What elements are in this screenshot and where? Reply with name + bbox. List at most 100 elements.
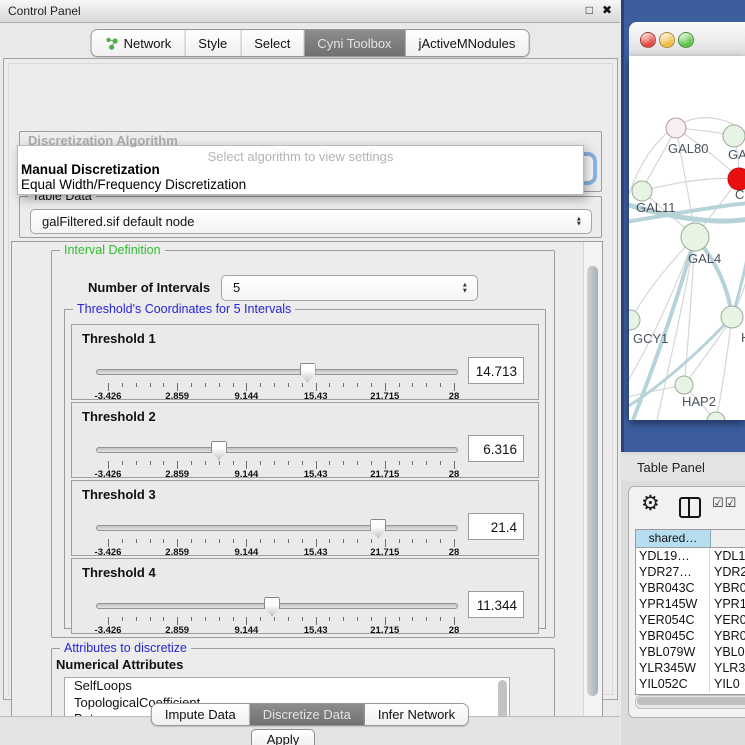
threshold-value-field[interactable]: 6.316 — [468, 435, 524, 462]
network-node-gal11[interactable] — [632, 181, 652, 201]
tick-label: 2.859 — [165, 469, 189, 480]
slider-track[interactable] — [96, 525, 458, 531]
network-graph: GAL80GACGAL11GAL4GCY1HHAP2 — [629, 56, 745, 420]
threshold-value-field[interactable]: 14.713 — [468, 357, 524, 384]
tab-cyni-toolbox[interactable]: Cyni Toolbox — [304, 30, 405, 56]
network-node-ga[interactable] — [723, 125, 745, 147]
threshold-slider-1[interactable]: -3.4262.8599.14415.4321.71528 — [96, 361, 456, 397]
algorithm-option-manual[interactable]: Manual Discretization — [21, 162, 160, 177]
close-window-icon[interactable]: ✖ — [602, 3, 612, 17]
float-window-icon[interactable]: □ — [586, 3, 593, 17]
table-row[interactable]: YLR345WYLR3 — [636, 660, 745, 676]
tab-select[interactable]: Select — [241, 30, 304, 56]
slider-thumb[interactable] — [264, 597, 280, 616]
cell-name: YBR0 — [710, 580, 745, 596]
network-canvas[interactable]: GAL80GACGAL11GAL4GCY1HHAP2 — [629, 56, 745, 420]
tick-label: -3.426 — [95, 625, 122, 636]
network-node-gcy1[interactable] — [629, 310, 640, 330]
cell-name: YIL0 — [710, 676, 745, 692]
threshold-slider-4[interactable]: -3.4262.8599.14415.4321.71528 — [96, 595, 456, 631]
slider-track[interactable] — [96, 447, 458, 453]
slider-thumb[interactable] — [370, 519, 386, 538]
number-of-intervals-spinner[interactable]: 5 ▲▼ — [221, 275, 478, 301]
slider-ticks — [108, 461, 454, 469]
column-header-name[interactable]: n — [711, 530, 745, 547]
table-data-combobox[interactable]: galFiltered.sif default node ▲▼ — [30, 209, 592, 234]
tick-label: 2.859 — [165, 625, 189, 636]
minimize-button[interactable] — [659, 32, 675, 48]
column-layout-icon[interactable] — [679, 497, 701, 518]
tick-label: 28 — [449, 547, 460, 558]
algorithm-group-title: Discretization Algorithm — [28, 133, 178, 148]
table-row[interactable]: YBL079WYBL0 — [636, 644, 745, 660]
cell-name: YDR2 — [710, 564, 745, 580]
tab-network[interactable]: Network — [92, 30, 186, 56]
slider-tick-labels: -3.4262.8599.14415.4321.71528 — [108, 391, 454, 401]
tick-label: 28 — [449, 469, 460, 480]
slider-ticks — [108, 617, 454, 625]
tick-label: 15.43 — [304, 469, 328, 480]
threshold-label: Threshold 4 — [82, 565, 156, 580]
network-edge — [630, 237, 695, 320]
gear-icon[interactable]: ⚙ — [641, 491, 660, 516]
cell-shared-name: YLR345W — [636, 660, 710, 676]
checkbox-icons[interactable]: ☑☑ — [712, 495, 737, 511]
tick-label: 21.715 — [370, 391, 399, 402]
algorithm-option-equal-width[interactable]: Equal Width/Frequency Discretization — [21, 177, 246, 192]
tab-impute-data[interactable]: Impute Data — [152, 704, 250, 725]
table-data-selected: galFiltered.sif default node — [42, 210, 194, 233]
table-row[interactable]: YIL052CYIL0 — [636, 676, 745, 692]
cell-shared-name: YPR145W — [636, 596, 710, 612]
table-panel-box: ⚙ ☑☑ shared… n YDL19…YDL1YDR27…YDR2YBR04… — [628, 486, 745, 718]
table-row[interactable]: YPR145WYPR1 — [636, 596, 745, 612]
attribute-item-selfloops[interactable]: SelfLoops — [65, 678, 509, 695]
cell-shared-name: YIL052C — [636, 676, 710, 692]
interval-group-title: Interval Definition — [60, 243, 165, 257]
table-row[interactable]: YDL19…YDL1 — [636, 548, 745, 564]
tab-infer-network[interactable]: Infer Network — [365, 704, 468, 725]
network-node-gal80[interactable] — [666, 118, 686, 138]
tab-label: Discretize Data — [263, 707, 351, 722]
slider-tick-labels: -3.4262.8599.14415.4321.71528 — [108, 469, 454, 479]
threshold-value-field[interactable]: 11.344 — [468, 591, 524, 618]
network-node-h[interactable] — [721, 306, 743, 328]
scrollbar-thumb[interactable] — [587, 266, 598, 696]
tab-label: Impute Data — [165, 707, 236, 722]
table-row[interactable]: YER054CYER0 — [636, 612, 745, 628]
threshold-label: Threshold 2 — [82, 409, 156, 424]
tick-label: 2.859 — [165, 547, 189, 558]
number-of-intervals-label: Number of Intervals — [88, 280, 210, 295]
table-row[interactable]: YBR045CYBR0 — [636, 628, 745, 644]
slider-track[interactable] — [96, 369, 458, 375]
apply-button[interactable]: Apply — [251, 729, 315, 745]
close-button[interactable] — [640, 32, 656, 48]
algorithm-dropdown-popup: Select algorithm to view settings Manual… — [17, 145, 584, 195]
column-header-shared[interactable]: shared… — [636, 530, 711, 547]
network-node-hap2[interactable] — [675, 376, 693, 394]
screen: Control Panel □ ✖ NetworkStyleSelectCyni… — [0, 0, 745, 745]
hscroll-thumb[interactable] — [637, 697, 745, 705]
tab-style[interactable]: Style — [185, 30, 241, 56]
table-row[interactable]: YDR27…YDR2 — [636, 564, 745, 580]
tick-label: 21.715 — [370, 625, 399, 636]
tick-label: 15.43 — [304, 547, 328, 558]
table-row[interactable]: YBR043CYBR0 — [636, 580, 745, 596]
tab-discretize-data[interactable]: Discretize Data — [250, 704, 365, 725]
threshold-value-field[interactable]: 21.4 — [468, 513, 524, 540]
node-label: C — [735, 187, 744, 202]
slider-thumb[interactable] — [211, 441, 227, 460]
slider-thumb[interactable] — [300, 363, 316, 382]
tab-jactivemnodules[interactable]: jActiveMNodules — [406, 30, 529, 56]
network-node-gal4[interactable] — [681, 223, 709, 251]
settings-vertical-scrollbar[interactable] — [583, 242, 602, 726]
threshold-slider-2[interactable]: -3.4262.8599.14415.4321.71528 — [96, 439, 456, 475]
node-attribute-table[interactable]: shared… n YDL19…YDL1YDR27…YDR2YBR043CYBR… — [635, 529, 745, 695]
threshold-slider-3[interactable]: -3.4262.8599.14415.4321.71528 — [96, 517, 456, 553]
cell-shared-name: YDL19… — [636, 548, 710, 564]
cell-shared-name: YER054C — [636, 612, 710, 628]
table-horizontal-scrollbar[interactable] — [635, 695, 745, 709]
window-title: Control Panel — [8, 0, 81, 22]
zoom-button[interactable] — [678, 32, 694, 48]
tab-label: jActiveMNodules — [419, 36, 516, 51]
tick-label: -3.426 — [95, 469, 122, 480]
